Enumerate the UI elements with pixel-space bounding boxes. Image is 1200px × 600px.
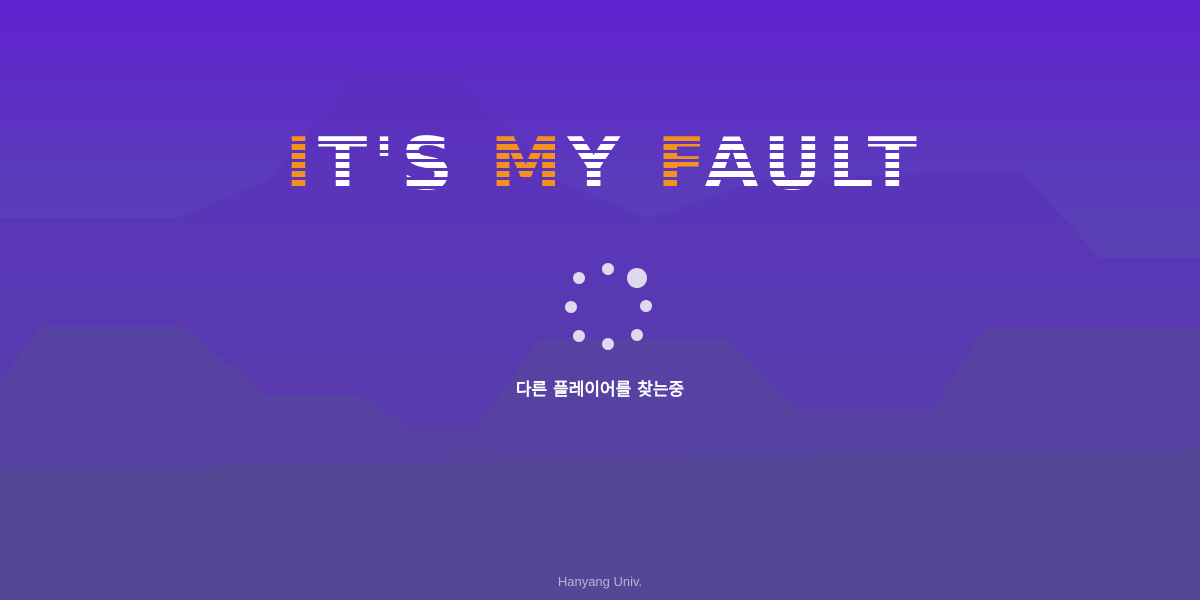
title-segment: Y: [567, 122, 657, 206]
spinner-dot: [602, 263, 614, 275]
title-segment: T'S: [317, 122, 491, 206]
spinner-dot: [640, 300, 652, 312]
spinner-dot: [573, 330, 585, 342]
spinner-dot: [631, 329, 643, 341]
loading-spinner-icon: [565, 263, 652, 350]
title-segment: F: [656, 122, 704, 206]
spinner-dot: [565, 301, 577, 313]
footer-credit: Hanyang Univ.: [557, 574, 643, 589]
title-segment: AULT: [703, 122, 923, 206]
game-title: IT'S MY FAULT: [0, 126, 1200, 202]
title-segment: M: [490, 122, 568, 206]
spinner-dot: [627, 268, 647, 288]
spinner-dot: [573, 272, 585, 284]
matchmaking-status-text: 다른 플레이어를 찾는중: [515, 380, 685, 400]
title-segment: I: [285, 122, 318, 206]
game-title-text: IT'S MY FAULT: [285, 126, 923, 202]
loading-screen: IT'S MY FAULT 다른 플레이어를 찾는중 Hanyang Univ.: [0, 0, 1200, 600]
spinner-dot: [602, 338, 614, 350]
